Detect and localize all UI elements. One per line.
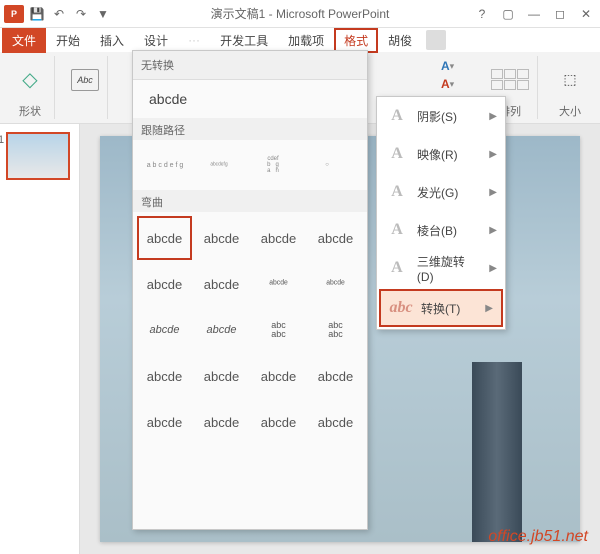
tab-dev[interactable]: 开发工具	[210, 28, 278, 53]
bend-item[interactable]: ᵃᵇᶜᵈᵉ	[251, 262, 306, 306]
close-icon[interactable]: ✕	[574, 4, 598, 24]
arrange-icon[interactable]	[491, 69, 529, 90]
tab-file[interactable]: 文件	[2, 28, 46, 53]
effect-label: 三维旋转(D)	[417, 253, 481, 284]
chevron-right-icon: ▶	[485, 303, 493, 314]
effect-label: 棱台(B)	[417, 222, 457, 239]
follow-path-arch[interactable]: a b c d e f g	[141, 144, 189, 186]
group-shapes: ◇ 形状	[6, 56, 55, 119]
effect-transform[interactable]: abc 转换(T) ▶	[379, 289, 503, 327]
effect-label: 映像(R)	[417, 146, 458, 163]
bend-item[interactable]: abcde	[308, 354, 363, 398]
qat-dropdown-icon[interactable]: ▼	[94, 5, 112, 23]
bend-item[interactable]: abcabc	[251, 308, 306, 352]
gallery-header-bend: 弯曲	[133, 190, 367, 212]
tab-hidden: ···	[178, 29, 210, 51]
effect-bevel[interactable]: A 棱台(B) ▶	[377, 211, 505, 249]
bend-item[interactable]: abcde	[251, 216, 306, 260]
chevron-right-icon: ▶	[489, 225, 497, 236]
thumb-number: 1	[0, 134, 4, 146]
tab-start[interactable]: 开始	[46, 28, 90, 53]
save-icon[interactable]: 💾	[28, 5, 46, 23]
effect-reflection[interactable]: A 映像(R) ▶	[377, 135, 505, 173]
undo-icon[interactable]: ↶	[50, 5, 68, 23]
letter-a-bevel-icon: A	[385, 218, 409, 242]
gallery-header-no-transform: 无转换	[133, 51, 367, 80]
image-detail	[472, 362, 522, 542]
tab-format[interactable]: 格式	[334, 28, 378, 53]
follow-path-button[interactable]: ○	[303, 144, 351, 186]
bend-item[interactable]: abcde	[194, 262, 249, 306]
follow-path-circle[interactable]: cdefb ga h	[249, 144, 297, 186]
tab-addin[interactable]: 加载项	[278, 28, 334, 53]
slide-thumbnail-panel: 1	[0, 124, 80, 554]
transform-gallery: 无转换 abcde 跟随路径 a b c d e f g ᵃᵇᶜᵈᵉᶠᵍ cde…	[132, 50, 368, 530]
group-size: ⬚ 大小	[546, 56, 594, 119]
letter-a-reflection-icon: A	[385, 142, 409, 166]
size-label: 大小	[559, 103, 581, 119]
text-fill-button[interactable]: A▾	[441, 58, 467, 74]
window-controls: ? ▢ — ◻ ✕	[470, 4, 598, 24]
letter-a-3d-icon: A	[385, 256, 409, 280]
bend-item[interactable]: ᵃᵇᶜᵈᵉ	[308, 262, 363, 306]
bend-item[interactable]: abcde	[194, 400, 249, 444]
title-bar: P 💾 ↶ ↷ ▼ 演示文稿1 - Microsoft PowerPoint ?…	[0, 0, 600, 28]
size-icon[interactable]: ⬚	[554, 64, 586, 96]
tab-insert[interactable]: 插入	[90, 28, 134, 53]
slide-thumbnail[interactable]: 1	[6, 132, 70, 180]
bend-item-plain[interactable]: abcde	[137, 216, 192, 260]
bend-item[interactable]: abcabc	[308, 308, 363, 352]
redo-icon[interactable]: ↷	[72, 5, 90, 23]
bend-item[interactable]: abcde	[251, 354, 306, 398]
effect-shadow[interactable]: A 阴影(S) ▶	[377, 97, 505, 135]
bend-item[interactable]: abcde	[137, 308, 192, 352]
shape-style-button[interactable]: Abc	[71, 69, 99, 91]
gallery-header-follow-path: 跟随路径	[133, 118, 367, 140]
chevron-right-icon: ▶	[489, 263, 497, 274]
effect-label: 发光(G)	[417, 184, 458, 201]
letter-a-shadow-icon: A	[385, 104, 409, 128]
bend-item[interactable]: abcde	[308, 216, 363, 260]
bend-item[interactable]: abcde	[137, 400, 192, 444]
bend-item[interactable]: abcde	[137, 262, 192, 306]
effect-label: 转换(T)	[421, 300, 460, 317]
effect-3d-rotation[interactable]: A 三维旋转(D) ▶	[377, 249, 505, 287]
bend-item[interactable]: abcde	[194, 216, 249, 260]
follow-path-arch-down[interactable]: ᵃᵇᶜᵈᵉᶠᵍ	[195, 144, 243, 186]
chevron-right-icon: ▶	[489, 149, 497, 160]
bend-item[interactable]: abcde	[194, 308, 249, 352]
chevron-right-icon: ▶	[489, 111, 497, 122]
ribbon-tabs: 文件 开始 插入 设计 ··· 开发工具 加载项 格式 胡俊	[0, 28, 600, 52]
abc-transform-icon: abc	[389, 296, 413, 320]
tab-user[interactable]: 胡俊	[378, 28, 422, 53]
bend-item[interactable]: abcde	[137, 354, 192, 398]
restore-icon[interactable]: ◻	[548, 4, 572, 24]
follow-path-row: a b c d e f g ᵃᵇᶜᵈᵉᶠᵍ cdefb ga h ○	[133, 140, 367, 190]
group-shape-styles: Abc	[63, 56, 108, 119]
window-title: 演示文稿1 - Microsoft PowerPoint	[211, 5, 390, 22]
text-effects-flyout: A 阴影(S) ▶ A 映像(R) ▶ A 发光(G) ▶ A 棱台(B) ▶ …	[376, 96, 506, 330]
quick-access-toolbar: P 💾 ↶ ↷ ▼	[0, 5, 112, 23]
chevron-right-icon: ▶	[489, 187, 497, 198]
shapes-label: 形状	[19, 103, 41, 119]
bend-item[interactable]: abcde	[308, 400, 363, 444]
bend-item[interactable]: abcde	[194, 354, 249, 398]
user-avatar[interactable]	[426, 30, 446, 50]
text-outline-button[interactable]: A▾	[441, 76, 467, 92]
bend-grid: abcde abcde abcde abcde abcde abcde ᵃᵇᶜᵈ…	[133, 212, 367, 448]
effect-label: 阴影(S)	[417, 108, 457, 125]
bend-item[interactable]: abcde	[251, 400, 306, 444]
effect-glow[interactable]: A 发光(G) ▶	[377, 173, 505, 211]
no-transform-preview[interactable]: abcde	[133, 80, 367, 118]
ribbon-options-icon[interactable]: ▢	[496, 4, 520, 24]
minimize-icon[interactable]: —	[522, 4, 546, 24]
letter-a-glow-icon: A	[385, 180, 409, 204]
watermark: office.jb51.net	[488, 528, 588, 546]
help-icon[interactable]: ?	[470, 4, 494, 24]
app-icon[interactable]: P	[4, 5, 24, 23]
tab-design[interactable]: 设计	[134, 28, 178, 53]
shape-gallery-icon[interactable]: ◇	[14, 64, 46, 96]
